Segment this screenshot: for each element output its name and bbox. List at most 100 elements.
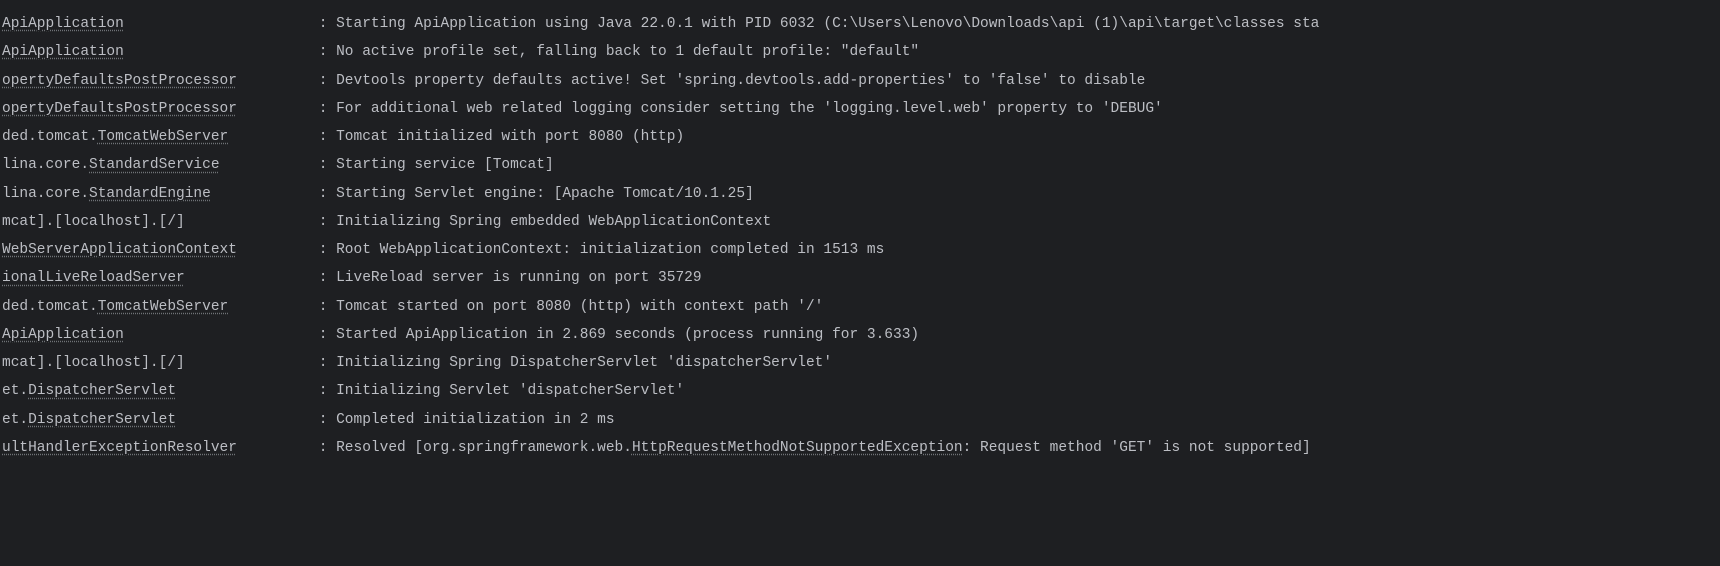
separator: : <box>310 327 336 343</box>
log-message: Started ApiApplication in 2.869 seconds … <box>336 327 919 343</box>
padding <box>185 214 246 230</box>
log-line[interactable]: ultHandlerExceptionResolver : Resolved [… <box>2 434 1720 462</box>
logger-name: et.DispatcherServlet <box>2 406 310 434</box>
log-message: Initializing Spring embedded WebApplicat… <box>336 214 771 230</box>
log-message: For additional web related logging consi… <box>336 101 1163 117</box>
padding <box>185 355 246 371</box>
log-line[interactable]: ApiApplication : Started ApiApplication … <box>2 321 1720 349</box>
log-line[interactable]: opertyDefaultsPostProcessor : For additi… <box>2 95 1720 123</box>
log-message: Devtools property defaults active! Set '… <box>336 73 1145 89</box>
logger-prefix: lina.core. <box>2 157 89 173</box>
log-line[interactable]: mcat].[localhost].[/] : Initializing Spr… <box>2 208 1720 236</box>
exception-class: HttpRequestMethodNotSupportedException <box>632 440 963 456</box>
log-message: Tomcat initialized with port 8080 (http) <box>336 129 684 145</box>
log-message: Initializing Servlet 'dispatcherServlet' <box>336 383 684 399</box>
logger-class: opertyDefaultsPostProcessor <box>2 101 237 117</box>
padding <box>124 44 246 60</box>
log-message: Starting service [Tomcat] <box>336 157 554 173</box>
logger-name: ded.tomcat.TomcatWebServer <box>2 123 310 151</box>
separator: : <box>310 242 336 258</box>
logger-class: StandardEngine <box>89 186 211 202</box>
separator: : <box>310 101 336 117</box>
logger-class: ApiApplication <box>2 327 124 343</box>
logger-class: DispatcherServlet <box>28 412 176 428</box>
log-line[interactable]: WebServerApplicationContext : Root WebAp… <box>2 236 1720 264</box>
logger-prefix: lina.core. <box>2 186 89 202</box>
separator: : <box>310 73 336 89</box>
padding <box>124 16 246 32</box>
logger-class: TomcatWebServer <box>98 129 229 145</box>
separator: : <box>310 383 336 399</box>
log-line[interactable]: et.DispatcherServlet : Completed initial… <box>2 406 1720 434</box>
logger-name: opertyDefaultsPostProcessor <box>2 95 310 123</box>
separator: : <box>310 157 336 173</box>
separator: : <box>310 440 336 456</box>
log-message: Root WebApplicationContext: initializati… <box>336 242 884 258</box>
log-message: LiveReload server is running on port 357… <box>336 270 701 286</box>
separator: : <box>310 355 336 371</box>
logger-prefix: ded.tomcat. <box>2 129 98 145</box>
logger-class: StandardService <box>89 157 220 173</box>
log-message: : Request method 'GET' is not supported] <box>963 440 1311 456</box>
logger-class: ultHandlerExceptionResolver <box>2 440 237 456</box>
log-message: Starting ApiApplication using Java 22.0.… <box>336 16 1319 32</box>
logger-name: ApiApplication <box>2 38 310 66</box>
log-message: Resolved [org.springframework.web. <box>336 440 632 456</box>
logger-name: ApiApplication <box>2 10 310 38</box>
log-line[interactable]: opertyDefaultsPostProcessor : Devtools p… <box>2 67 1720 95</box>
separator: : <box>310 16 336 32</box>
logger-name: WebServerApplicationContext <box>2 236 310 264</box>
padding <box>211 186 246 202</box>
logger-name: ApiApplication <box>2 321 310 349</box>
logger-name: mcat].[localhost].[/] <box>2 349 310 377</box>
logger-name: lina.core.StandardService <box>2 151 310 179</box>
logger-prefix: et. <box>2 412 28 428</box>
padding <box>237 101 246 117</box>
log-line[interactable]: ionalLiveReloadServer : LiveReload serve… <box>2 264 1720 292</box>
log-line[interactable]: ApiApplication : Starting ApiApplication… <box>2 10 1720 38</box>
padding <box>237 440 246 456</box>
log-line[interactable]: ded.tomcat.TomcatWebServer : Tomcat star… <box>2 293 1720 321</box>
logger-name: mcat].[localhost].[/] <box>2 208 310 236</box>
log-line[interactable]: lina.core.StandardService : Starting ser… <box>2 151 1720 179</box>
log-line[interactable]: mcat].[localhost].[/] : Initializing Spr… <box>2 349 1720 377</box>
logger-name: lina.core.StandardEngine <box>2 180 310 208</box>
logger-prefix: mcat].[localhost].[/] <box>2 214 185 230</box>
separator: : <box>310 44 336 60</box>
log-message: Tomcat started on port 8080 (http) with … <box>336 299 823 315</box>
logger-class: ApiApplication <box>2 16 124 32</box>
log-line[interactable]: et.DispatcherServlet : Initializing Serv… <box>2 377 1720 405</box>
log-line[interactable]: lina.core.StandardEngine : Starting Serv… <box>2 180 1720 208</box>
log-message: Starting Servlet engine: [Apache Tomcat/… <box>336 186 754 202</box>
separator: : <box>310 214 336 230</box>
separator: : <box>310 412 336 428</box>
logger-class: ionalLiveReloadServer <box>2 270 185 286</box>
log-line[interactable]: ApiApplication : No active profile set, … <box>2 38 1720 66</box>
logger-name: ultHandlerExceptionResolver <box>2 434 310 462</box>
log-message: Initializing Spring DispatcherServlet 'd… <box>336 355 832 371</box>
logger-class: TomcatWebServer <box>98 299 229 315</box>
logger-class: opertyDefaultsPostProcessor <box>2 73 237 89</box>
log-line[interactable]: ded.tomcat.TomcatWebServer : Tomcat init… <box>2 123 1720 151</box>
logger-class: ApiApplication <box>2 44 124 60</box>
logger-name: ded.tomcat.TomcatWebServer <box>2 293 310 321</box>
padding <box>228 129 245 145</box>
logger-class: WebServerApplicationContext <box>2 242 237 258</box>
log-message: No active profile set, falling back to 1… <box>336 44 919 60</box>
padding <box>220 157 246 173</box>
separator: : <box>310 299 336 315</box>
console-output[interactable]: ApiApplication : Starting ApiApplication… <box>0 6 1720 462</box>
logger-name: ionalLiveReloadServer <box>2 264 310 292</box>
logger-name: opertyDefaultsPostProcessor <box>2 67 310 95</box>
separator: : <box>310 270 336 286</box>
padding <box>124 327 246 343</box>
padding <box>176 412 246 428</box>
padding <box>176 383 246 399</box>
log-message: Completed initialization in 2 ms <box>336 412 614 428</box>
logger-prefix: et. <box>2 383 28 399</box>
logger-class: DispatcherServlet <box>28 383 176 399</box>
logger-name: et.DispatcherServlet <box>2 377 310 405</box>
separator: : <box>310 129 336 145</box>
separator: : <box>310 186 336 202</box>
logger-prefix: ded.tomcat. <box>2 299 98 315</box>
